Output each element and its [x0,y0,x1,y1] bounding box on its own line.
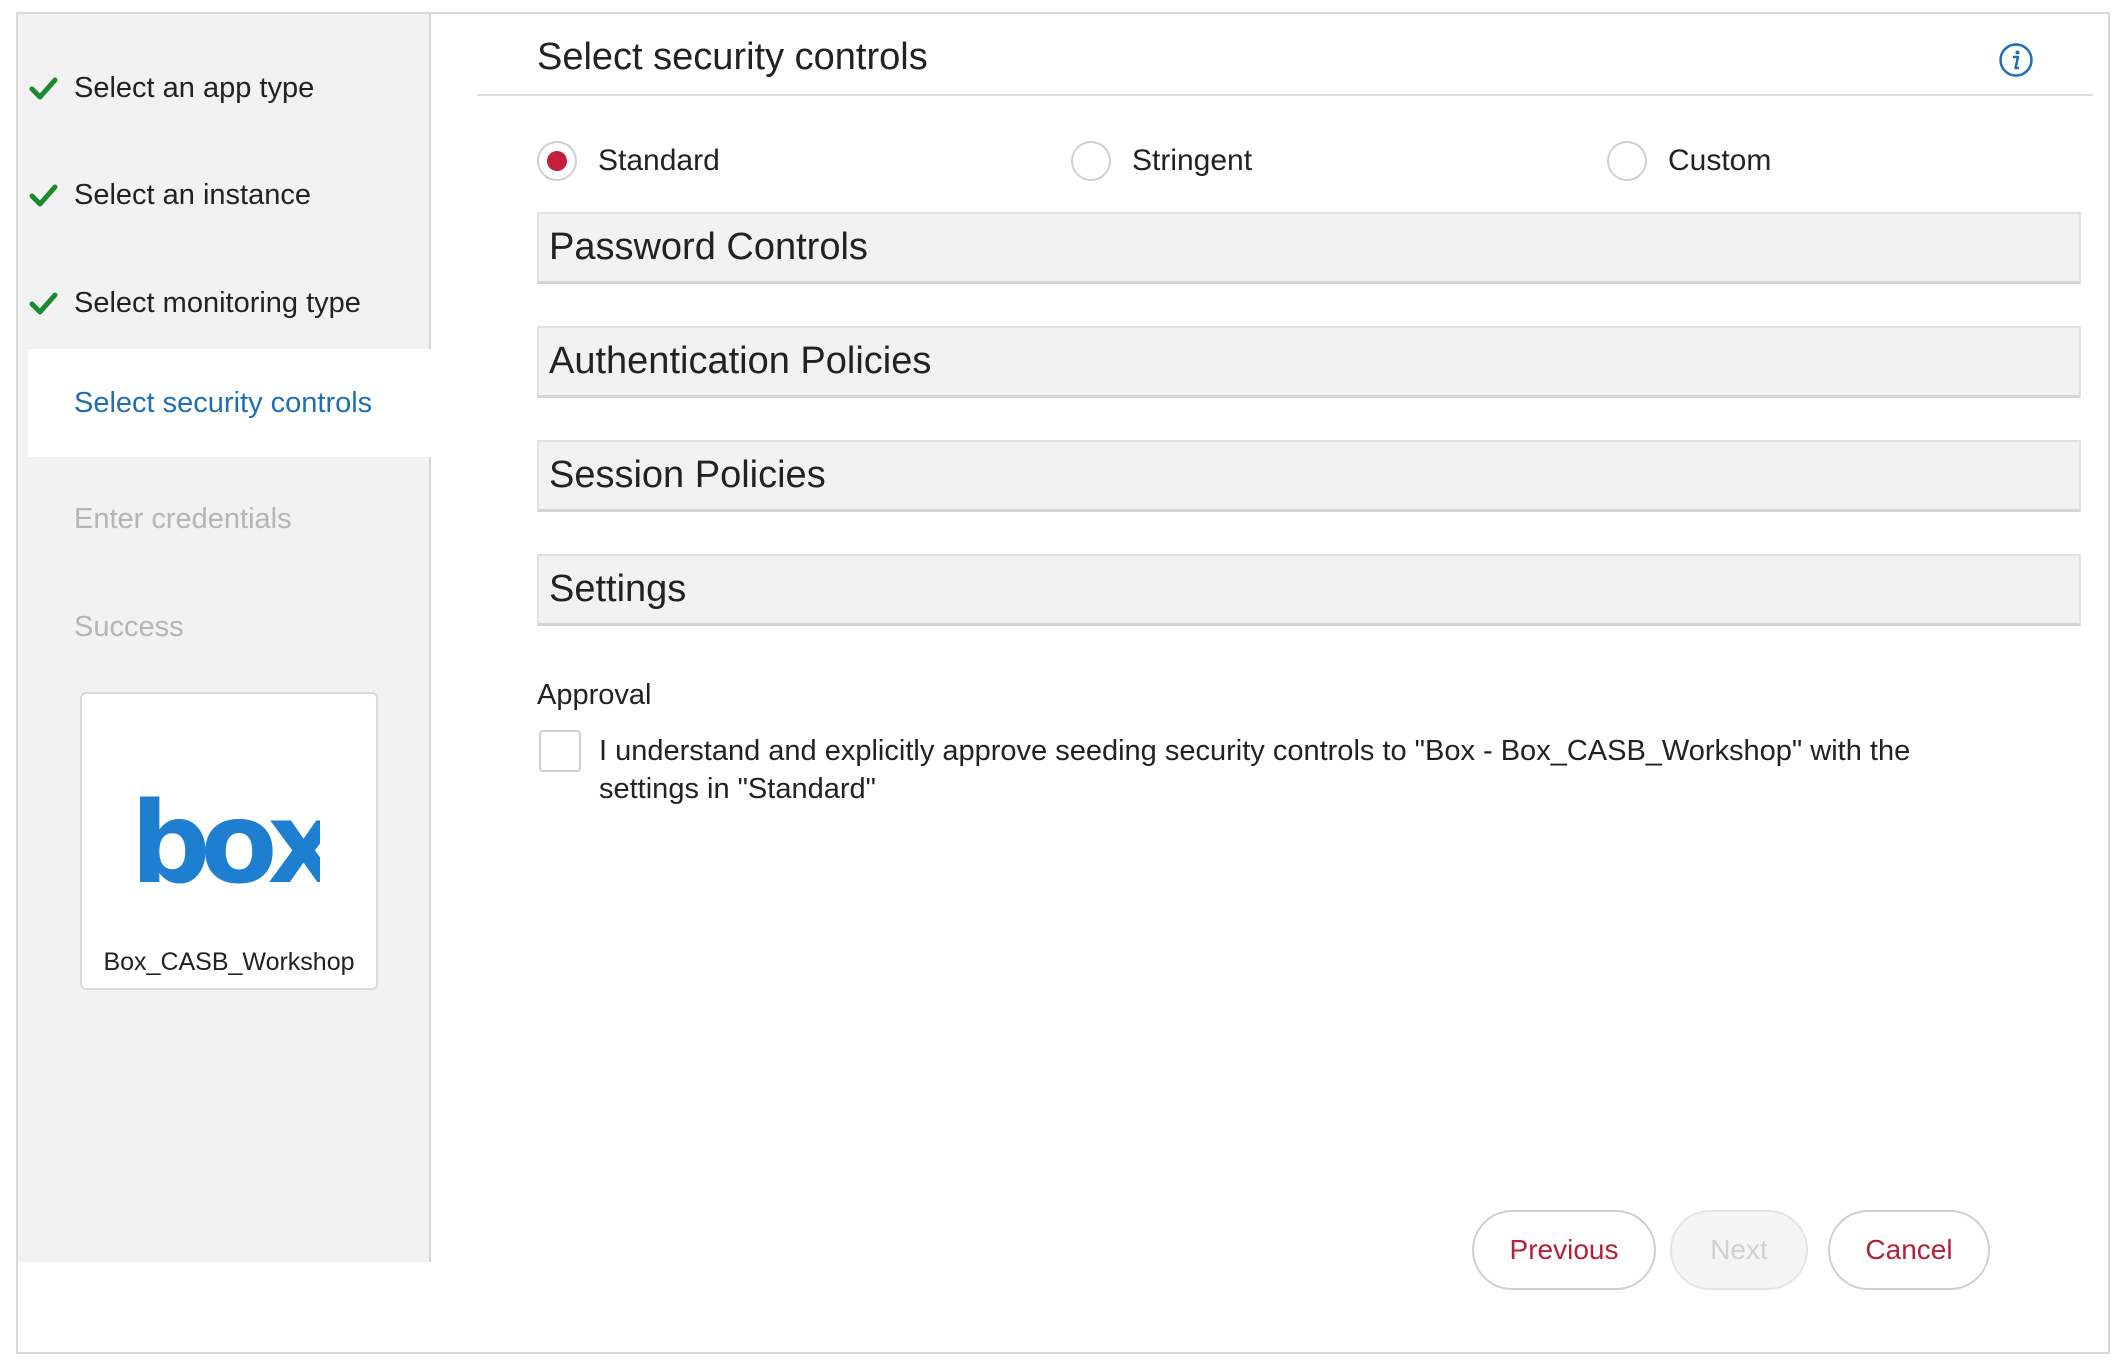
step-success: Success [18,573,431,681]
step-label: Select an instance [74,178,311,211]
step-label: Enter credentials [74,502,292,535]
step-label: Select an app type [74,71,315,104]
next-button[interactable]: Next [1670,1210,1808,1290]
main-panel: Select security controls Standard String… [431,14,2108,1352]
checkmark-icon [29,292,58,315]
step-select-app-type: Select an app type [18,34,431,142]
step-label: Select monitoring type [74,286,361,319]
section-authentication-policies[interactable]: Authentication Policies [537,326,2081,398]
title-divider [477,94,2093,96]
page-title: Select security controls [537,36,928,78]
radio-label: Standard [598,144,720,177]
step-select-security-controls: Select security controls [28,349,431,457]
step-enter-credentials: Enter credentials [18,465,431,573]
checkmark-icon [29,184,58,207]
wizard-dialog: Select an app type Select an instance Se… [16,12,2110,1354]
section-settings[interactable]: Settings [537,554,2081,626]
app-instance-name: Box_CASB_Workshop [103,948,355,976]
cancel-button[interactable]: Cancel [1828,1210,1990,1290]
section-password-controls[interactable]: Password Controls [537,212,2081,284]
step-select-monitoring-type: Select monitoring type [18,249,431,357]
info-icon[interactable] [1998,42,2034,78]
step-label: Success [74,610,184,643]
box-logo: box [140,794,320,904]
radio-label: Stringent [1132,144,1253,177]
radio-standard[interactable]: Standard [537,138,720,184]
approval-heading: Approval [537,679,652,711]
radio-label: Custom [1668,144,1772,177]
app-instance-card: box Box_CASB_Workshop [80,692,378,990]
approval-text: I understand and explicitly approve seed… [599,735,1911,805]
radio-stringent[interactable]: Stringent [1071,138,1252,184]
step-label: Select security controls [74,386,373,419]
wizard-sidebar: Select an app type Select an instance Se… [18,14,431,1262]
svg-text:box: box [140,794,320,904]
previous-button[interactable]: Previous [1472,1210,1656,1290]
checkmark-icon [29,77,58,100]
radio-circle[interactable] [1071,141,1111,181]
radio-custom[interactable]: Custom [1607,138,1771,184]
section-session-policies[interactable]: Session Policies [537,440,2081,512]
approval-checkbox[interactable] [539,730,581,772]
step-select-instance: Select an instance [18,141,431,249]
radio-circle[interactable] [1607,141,1647,181]
radio-circle[interactable] [537,141,577,181]
